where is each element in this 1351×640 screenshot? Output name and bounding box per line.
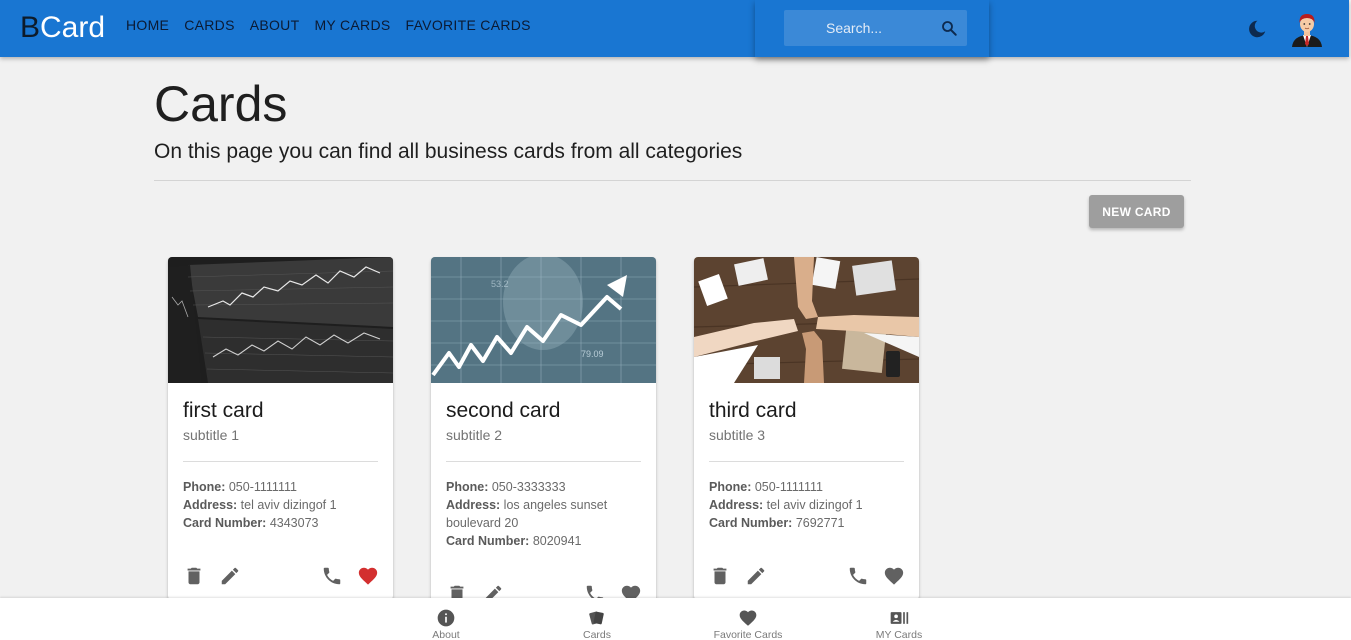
- card-info: Phone: 050-3333333 Address: los angeles …: [446, 478, 641, 550]
- favorite-heart-icon[interactable]: [357, 565, 379, 587]
- brand-letter: B: [20, 11, 41, 44]
- divider: [154, 180, 1191, 181]
- card-body: second card subtitle 2 Phone: 050-333333…: [431, 383, 656, 550]
- address-label: Address:: [183, 498, 238, 512]
- card-divider: [446, 461, 641, 462]
- card-number-label: Card Number:: [183, 516, 267, 530]
- info-icon: [436, 608, 456, 628]
- card-subtitle: subtitle 1: [183, 427, 240, 443]
- card-info: Phone: 050-1111111 Address: tel aviv diz…: [183, 478, 378, 532]
- edit-icon[interactable]: [219, 565, 241, 587]
- card-number: 4343073: [269, 516, 319, 530]
- phone-label: Phone:: [446, 480, 489, 494]
- delete-icon[interactable]: [183, 565, 205, 587]
- nav-cards[interactable]: CARDS: [184, 17, 235, 33]
- business-card[interactable]: first card subtitle 1 Phone: 050-1111111…: [168, 257, 393, 600]
- bottom-nav-label: About: [432, 629, 460, 640]
- bottom-nav-label: Cards: [582, 629, 611, 640]
- card-phone: 050-1111111: [754, 480, 823, 494]
- dark-mode-toggle-icon[interactable]: [1246, 18, 1268, 40]
- badge-icon: [889, 608, 909, 628]
- card-body: third card subtitle 3 Phone: 050-1111111…: [694, 383, 919, 532]
- card-phone: 050-3333333: [491, 480, 566, 494]
- avatar[interactable]: [1290, 11, 1324, 47]
- card-number: 7692771: [795, 516, 845, 530]
- delete-icon[interactable]: [709, 565, 731, 587]
- address-label: Address:: [446, 498, 501, 512]
- card-actions: [168, 552, 393, 600]
- page-title: Cards: [154, 76, 288, 132]
- bottom-navigation: About Cards Favorite Cards MY Cards: [0, 598, 1351, 640]
- address-label: Address:: [709, 498, 764, 512]
- search-container: [755, 0, 989, 57]
- bottom-nav-my-cards[interactable]: MY Cards: [844, 598, 954, 640]
- brand-text: Card: [40, 11, 106, 44]
- bottom-nav-about[interactable]: About: [391, 598, 501, 640]
- edit-icon[interactable]: [745, 565, 767, 587]
- page-subtitle: On this page you can find all business c…: [154, 140, 743, 163]
- card-info: Phone: 050-1111111 Address: tel aviv diz…: [709, 478, 904, 532]
- bottom-nav-label: Favorite Cards: [713, 629, 783, 640]
- nav-my-cards[interactable]: MY CARDS: [314, 17, 390, 33]
- business-card[interactable]: third card subtitle 3 Phone: 050-1111111…: [694, 257, 919, 600]
- card-actions: [694, 552, 919, 600]
- app-bar: BCard HOME CARDS ABOUT MY CARDS FAVORITE…: [0, 0, 1349, 57]
- card-subtitle: subtitle 3: [709, 427, 766, 443]
- phone-label: Phone:: [709, 480, 752, 494]
- phone-icon[interactable]: [321, 565, 343, 587]
- card-divider: [709, 461, 904, 462]
- card-title: first card: [183, 399, 264, 422]
- card-number-label: Card Number:: [446, 534, 530, 548]
- card-address: tel aviv dizingof 1: [766, 498, 863, 512]
- card-phone: 050-1111111: [228, 480, 297, 494]
- heart-icon: [738, 608, 758, 628]
- bottom-nav-favorite-cards[interactable]: Favorite Cards: [693, 598, 803, 640]
- card-divider: [183, 461, 378, 462]
- search-icon[interactable]: [940, 19, 958, 37]
- card-number: 8020941: [532, 534, 582, 548]
- search-input[interactable]: [784, 10, 934, 46]
- brand-logo[interactable]: BCard: [20, 10, 105, 46]
- svg-text:79.09: 79.09: [581, 349, 604, 359]
- card-subtitle: subtitle 2: [446, 427, 503, 443]
- nav-about[interactable]: ABOUT: [250, 17, 300, 33]
- main-nav: HOME CARDS ABOUT MY CARDS FAVORITE CARDS: [126, 17, 546, 33]
- card-body: first card subtitle 1 Phone: 050-1111111…: [168, 383, 393, 532]
- phone-label: Phone:: [183, 480, 226, 494]
- card-image-stock-charts: [168, 257, 393, 383]
- card-image-rising-arrow: 79.09 53.2: [431, 257, 656, 383]
- bottom-nav-label: MY Cards: [875, 629, 923, 640]
- nav-home[interactable]: HOME: [126, 17, 169, 33]
- card-title: third card: [709, 399, 797, 422]
- card-number-label: Card Number:: [709, 516, 793, 530]
- favorite-heart-icon[interactable]: [883, 565, 905, 587]
- card-image-team-fist-bump: [694, 257, 919, 383]
- new-card-button[interactable]: NEW CARD: [1089, 195, 1184, 228]
- phone-icon[interactable]: [847, 565, 869, 587]
- business-card[interactable]: 79.09 53.2 second card subtitle 2 Phone:…: [431, 257, 656, 618]
- card-title: second card: [446, 399, 561, 422]
- search-box: [784, 10, 967, 46]
- bottom-nav-cards[interactable]: Cards: [542, 598, 652, 640]
- card-address: tel aviv dizingof 1: [240, 498, 337, 512]
- svg-text:53.2: 53.2: [491, 279, 509, 289]
- nav-favorite-cards[interactable]: FAVORITE CARDS: [406, 17, 531, 33]
- cards-stack-icon: [587, 608, 607, 628]
